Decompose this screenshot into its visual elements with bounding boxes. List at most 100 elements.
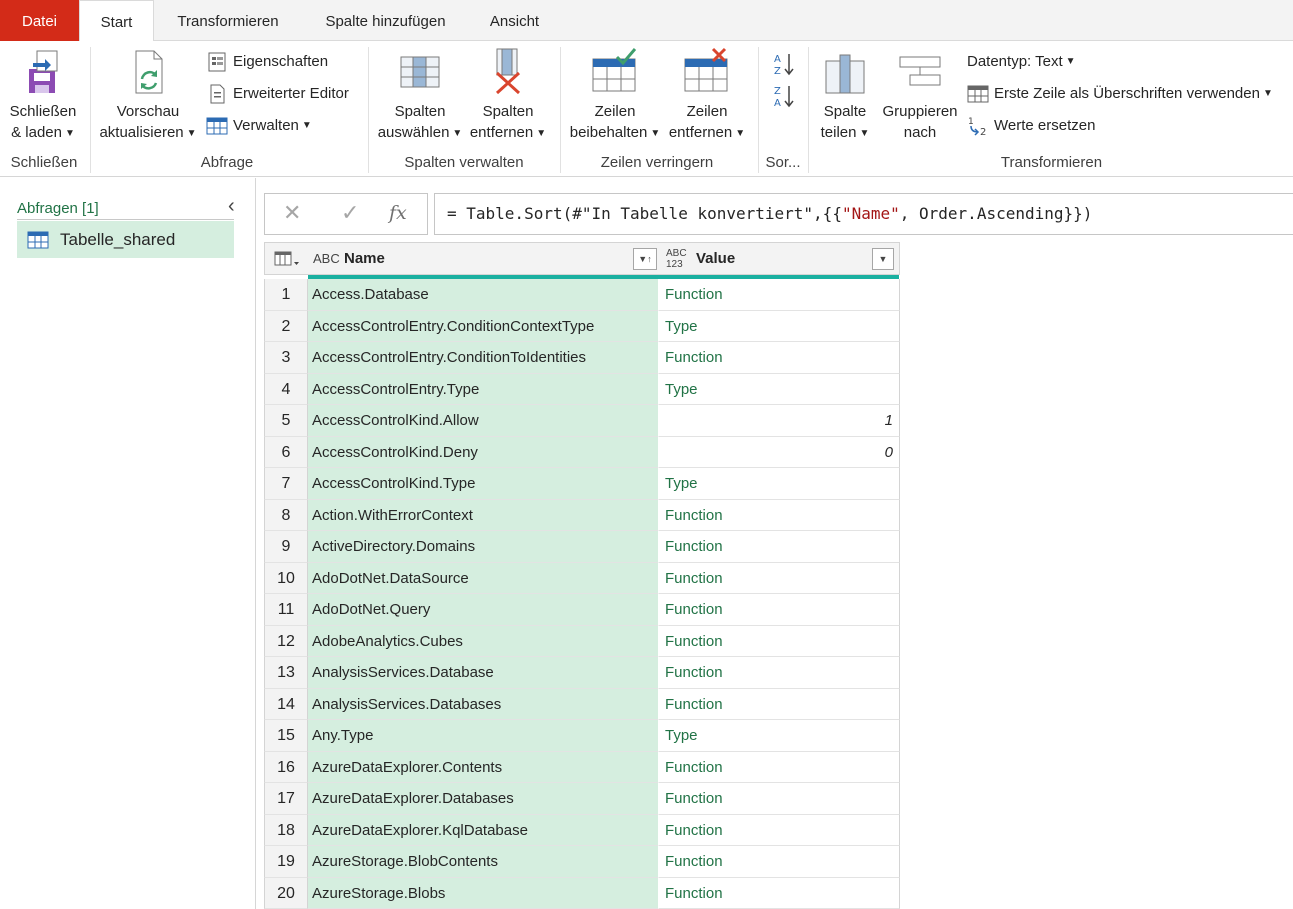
cell-value[interactable]: Function (659, 279, 900, 311)
row-number[interactable]: 11 (264, 594, 308, 626)
use-first-row-headers-button[interactable]: Erste Zeile als Überschriften verwenden ▼ (967, 83, 1273, 105)
sort-descending-button[interactable]: Z A (772, 83, 796, 109)
cell-value[interactable]: Function (659, 751, 900, 783)
cell-name[interactable]: ActiveDirectory.Domains (308, 531, 659, 563)
table-row[interactable]: 15 Any.Type Type (264, 720, 900, 752)
query-item[interactable]: Tabelle_shared (17, 221, 234, 258)
cell-value[interactable]: Function (659, 657, 900, 689)
cell-value[interactable]: Function (659, 814, 900, 846)
replace-values-button[interactable]: 1 2 Werte ersetzen (967, 115, 1095, 137)
column-header-name[interactable]: ABC Name ▼↑ (309, 243, 659, 274)
row-number[interactable]: 9 (264, 531, 308, 563)
tab-home[interactable]: Start (79, 0, 154, 42)
table-row[interactable]: 5 AccessControlKind.Allow 1 (264, 405, 900, 437)
table-row[interactable]: 9 ActiveDirectory.Domains Function (264, 531, 900, 563)
cell-value[interactable]: Function (659, 846, 900, 878)
row-number[interactable]: 5 (264, 405, 308, 437)
cell-name[interactable]: AzureDataExplorer.Databases (308, 783, 659, 815)
sort-ascending-button[interactable]: A Z (772, 51, 796, 77)
cell-value[interactable]: Type (659, 373, 900, 405)
column-header-value[interactable]: ABC 123 Value ▼ (660, 243, 900, 274)
cell-value[interactable]: Function (659, 688, 900, 720)
cell-name[interactable]: AccessControlKind.Deny (308, 436, 659, 468)
cell-value[interactable]: Type (659, 720, 900, 752)
table-row[interactable]: 17 AzureDataExplorer.Databases Function (264, 783, 900, 815)
table-row[interactable]: 14 AnalysisServices.Databases Function (264, 688, 900, 720)
row-number[interactable]: 6 (264, 436, 308, 468)
datatype-dropdown[interactable]: Datentyp: Text ▼ (967, 51, 1076, 73)
row-number[interactable]: 15 (264, 720, 308, 752)
tab-view[interactable]: Ansicht (476, 0, 553, 41)
row-number[interactable]: 7 (264, 468, 308, 500)
tab-transform[interactable]: Transformieren (163, 0, 293, 41)
table-row[interactable]: 8 Action.WithErrorContext Function (264, 499, 900, 531)
cell-name[interactable]: AccessControlKind.Type (308, 468, 659, 500)
choose-columns-button[interactable]: Spalten auswählen ▼ (375, 47, 465, 144)
remove-rows-button[interactable]: Zeilen entfernen ▼ (664, 47, 750, 144)
group-by-button[interactable]: Gruppieren nach (878, 47, 962, 143)
remove-columns-button[interactable]: Spalten entfernen ▼ (466, 47, 550, 144)
tab-file[interactable]: Datei (0, 0, 79, 41)
chevron-left-icon[interactable]: ‹ (228, 195, 235, 218)
table-row[interactable]: 2 AccessControlEntry.ConditionContextType… (264, 310, 900, 342)
cell-name[interactable]: AnalysisServices.Database (308, 657, 659, 689)
row-number[interactable]: 3 (264, 342, 308, 374)
row-number[interactable]: 8 (264, 499, 308, 531)
cell-name[interactable]: AdoDotNet.DataSource (308, 562, 659, 594)
table-row[interactable]: 1 Access.Database Function (264, 279, 900, 311)
formula-input[interactable]: = Table.Sort(#"In Tabelle konvertiert",{… (434, 193, 1293, 235)
table-row[interactable]: 6 AccessControlKind.Deny 0 (264, 436, 900, 468)
cell-name[interactable]: AccessControlEntry.ConditionToIdentities (308, 342, 659, 374)
close-load-button[interactable]: Schließen & laden ▼ (6, 47, 80, 144)
row-number[interactable]: 16 (264, 751, 308, 783)
row-number[interactable]: 14 (264, 688, 308, 720)
table-row[interactable]: 3 AccessControlEntry.ConditionToIdentitie… (264, 342, 900, 374)
table-row[interactable]: 11 AdoDotNet.Query Function (264, 594, 900, 626)
cell-value[interactable]: 1 (659, 405, 900, 437)
cell-name[interactable]: AccessControlEntry.ConditionContextType (308, 310, 659, 342)
any-type-icon[interactable]: ABC 123 (666, 248, 688, 270)
filter-button[interactable]: ▼ (872, 248, 894, 270)
row-number[interactable]: 4 (264, 373, 308, 405)
tab-add-column[interactable]: Spalte hinzufügen (309, 0, 462, 41)
table-row[interactable]: 12 AdobeAnalytics.Cubes Function (264, 625, 900, 657)
table-menu-button[interactable] (265, 243, 308, 274)
table-row[interactable]: 20 AzureStorage.Blobs Function (264, 877, 900, 909)
cell-name[interactable]: Any.Type (308, 720, 659, 752)
cell-name[interactable]: AzureStorage.BlobContents (308, 846, 659, 878)
cell-name[interactable]: AccessControlEntry.Type (308, 373, 659, 405)
properties-button[interactable]: Eigenschaften (206, 51, 328, 73)
cell-name[interactable]: AdoDotNet.Query (308, 594, 659, 626)
row-number[interactable]: 20 (264, 877, 308, 909)
cell-name[interactable]: AzureStorage.Blobs (308, 877, 659, 909)
confirm-icon[interactable]: ✓ (341, 200, 359, 226)
cell-value[interactable]: Function (659, 594, 900, 626)
refresh-preview-button[interactable]: Vorschau aktualisieren ▼ (96, 47, 200, 144)
row-number[interactable]: 1 (264, 279, 308, 311)
cell-name[interactable]: AccessControlKind.Allow (308, 405, 659, 437)
cell-value[interactable]: Function (659, 499, 900, 531)
cell-value[interactable]: Function (659, 342, 900, 374)
table-row[interactable]: 10 AdoDotNet.DataSource Function (264, 562, 900, 594)
table-row[interactable]: 18 AzureDataExplorer.KqlDatabase Function (264, 814, 900, 846)
keep-rows-button[interactable]: Zeilen beibehalten ▼ (566, 47, 664, 144)
function-icon[interactable]: fx (389, 202, 407, 224)
row-number[interactable]: 10 (264, 562, 308, 594)
table-row[interactable]: 16 AzureDataExplorer.Contents Function (264, 751, 900, 783)
cell-name[interactable]: AzureDataExplorer.Contents (308, 751, 659, 783)
cell-value[interactable]: Type (659, 468, 900, 500)
row-number[interactable]: 13 (264, 657, 308, 689)
cell-value[interactable]: Function (659, 562, 900, 594)
cell-name[interactable]: AnalysisServices.Databases (308, 688, 659, 720)
cell-value[interactable]: Function (659, 877, 900, 909)
cell-name[interactable]: Action.WithErrorContext (308, 499, 659, 531)
split-column-button[interactable]: Spalte teilen ▼ (814, 47, 876, 144)
advanced-editor-button[interactable]: Erweiterter Editor (206, 83, 349, 105)
row-number[interactable]: 12 (264, 625, 308, 657)
cell-value[interactable]: Function (659, 531, 900, 563)
row-number[interactable]: 17 (264, 783, 308, 815)
cancel-icon[interactable]: ✕ (283, 200, 301, 226)
table-row[interactable]: 13 AnalysisServices.Database Function (264, 657, 900, 689)
sort-filter-button[interactable]: ▼↑ (633, 248, 657, 270)
row-number[interactable]: 18 (264, 814, 308, 846)
